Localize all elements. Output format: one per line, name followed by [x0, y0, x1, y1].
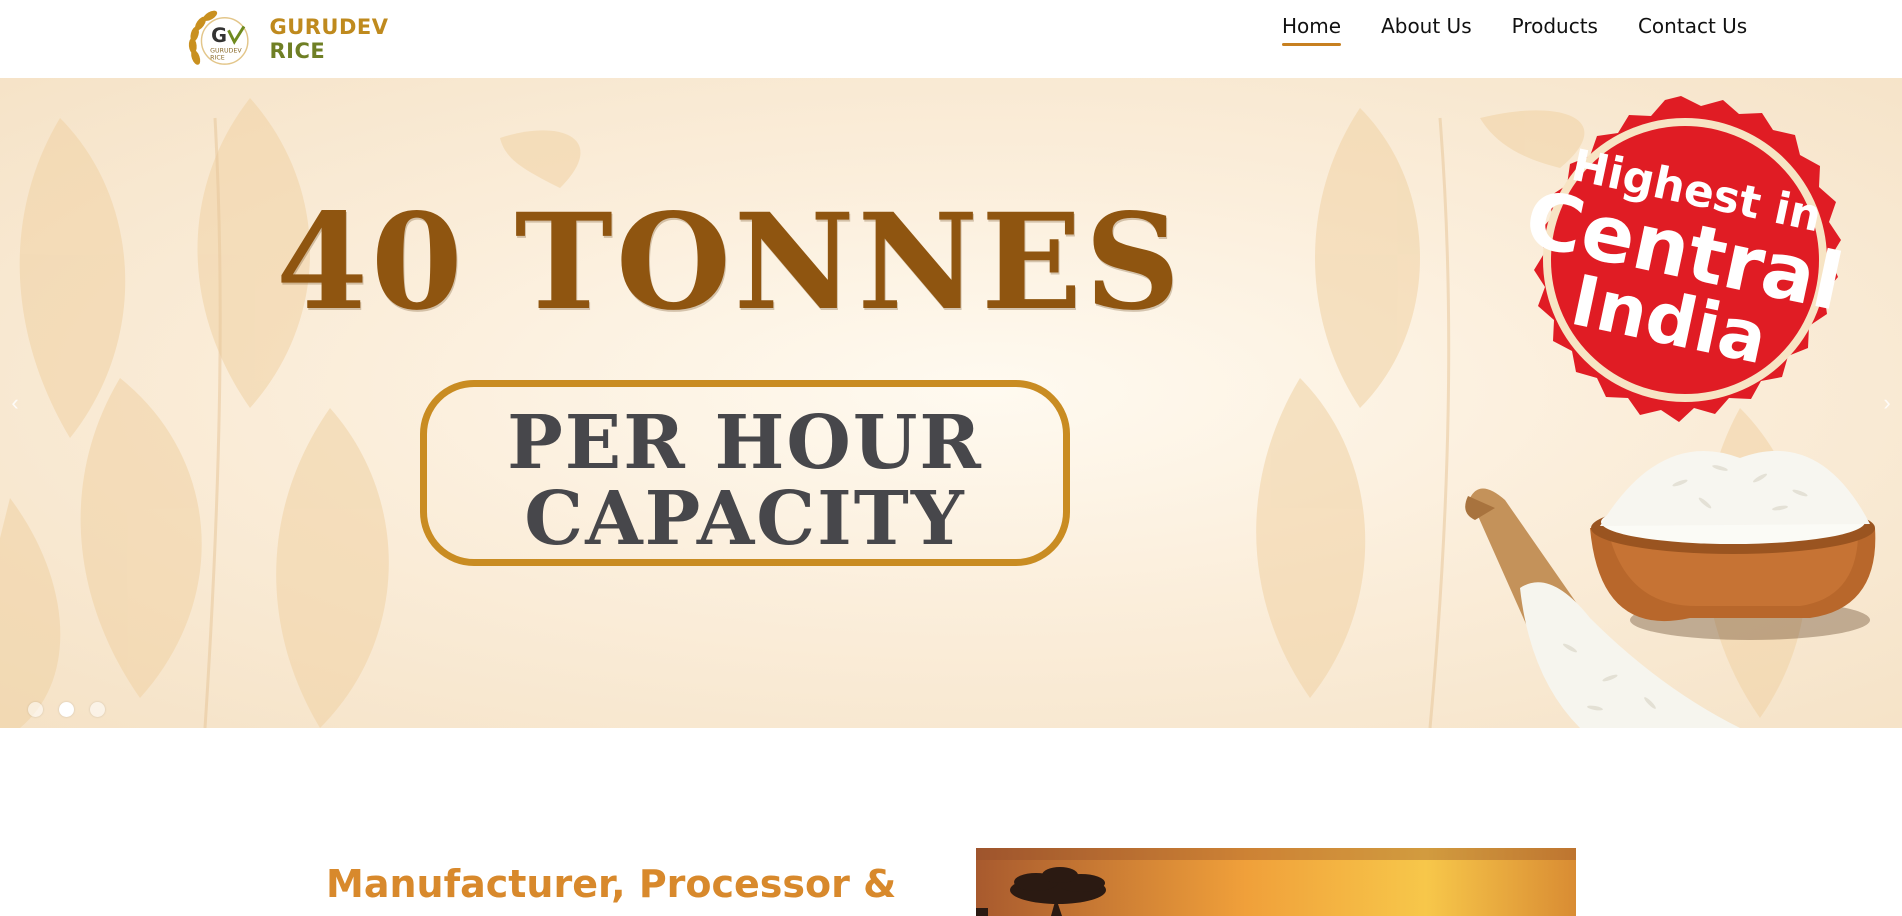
brand-logo[interactable]: G GURUDEV RICE GURUDEV RICE — [186, 8, 446, 70]
slider-dot-3[interactable] — [90, 702, 105, 717]
slider-pagination — [28, 702, 105, 717]
hero-slider[interactable]: ‹ › 40 TONNES PER HOUR CAPACITY Highest … — [0, 78, 1902, 728]
hero-headline: 40 TONNES — [276, 185, 1184, 340]
nav-products[interactable]: Products — [1512, 14, 1598, 46]
slider-dot-2[interactable] — [59, 702, 74, 717]
sunset-tree-image — [976, 848, 1576, 916]
capacity-line-2: CAPACITY — [524, 476, 966, 562]
main-nav: Home About Us Products Contact Us — [1282, 14, 1747, 46]
intro-heading: Manufacturer, Processor & — [326, 862, 897, 906]
wheat-logo-icon: G GURUDEV RICE — [188, 10, 249, 65]
slider-next-button[interactable]: › — [1878, 388, 1896, 418]
svg-text:G: G — [211, 24, 227, 47]
brand-name-text: GURUDEV RICE — [269, 15, 389, 63]
brand-name: GURUDEV RICE — [269, 15, 446, 63]
rice-bowl-icon — [1465, 450, 1876, 728]
slider-dot-1[interactable] — [28, 702, 43, 717]
nav-about-us[interactable]: About Us — [1381, 14, 1472, 46]
nav-contact-us[interactable]: Contact Us — [1638, 14, 1747, 46]
svg-text:RICE: RICE — [210, 54, 225, 61]
slider-prev-button[interactable]: ‹ — [6, 388, 24, 418]
chevron-left-icon: ‹ — [11, 390, 19, 415]
chevron-right-icon: › — [1883, 390, 1891, 415]
site-header: G GURUDEV RICE GURUDEV RICE Home About U… — [0, 0, 1902, 78]
capacity-badge: PER HOUR CAPACITY — [420, 380, 1070, 566]
nav-home[interactable]: Home — [1282, 14, 1342, 46]
capacity-line-1: PER HOUR — [507, 400, 983, 486]
